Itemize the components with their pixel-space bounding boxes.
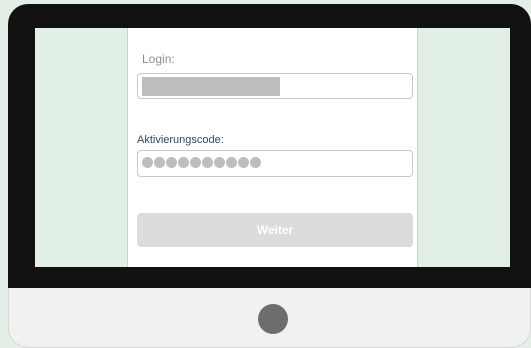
mask-dot [214, 157, 225, 168]
mask-dot [178, 157, 189, 168]
mask-dot [226, 157, 237, 168]
login-form-panel: Login: Aktivierungscode: Weiter [127, 28, 418, 267]
monitor-device: Login: Aktivierungscode: Weiter [0, 0, 531, 348]
mask-dot [166, 157, 177, 168]
activation-code-masked-dots [142, 157, 261, 168]
mask-dot [190, 157, 201, 168]
activation-code-label: Aktivierungscode: [137, 134, 224, 146]
mask-dot [202, 157, 213, 168]
weiter-button[interactable]: Weiter [137, 213, 413, 247]
mask-dot [250, 157, 261, 168]
login-label: Login: [142, 52, 175, 66]
home-button-icon[interactable] [258, 304, 288, 334]
activation-code-input[interactable] [137, 150, 413, 177]
login-masked-value [142, 77, 280, 96]
mask-dot [154, 157, 165, 168]
screen: Login: Aktivierungscode: Weiter [35, 28, 510, 267]
mask-dot [238, 157, 249, 168]
mask-dot [142, 157, 153, 168]
login-input[interactable] [137, 73, 413, 99]
